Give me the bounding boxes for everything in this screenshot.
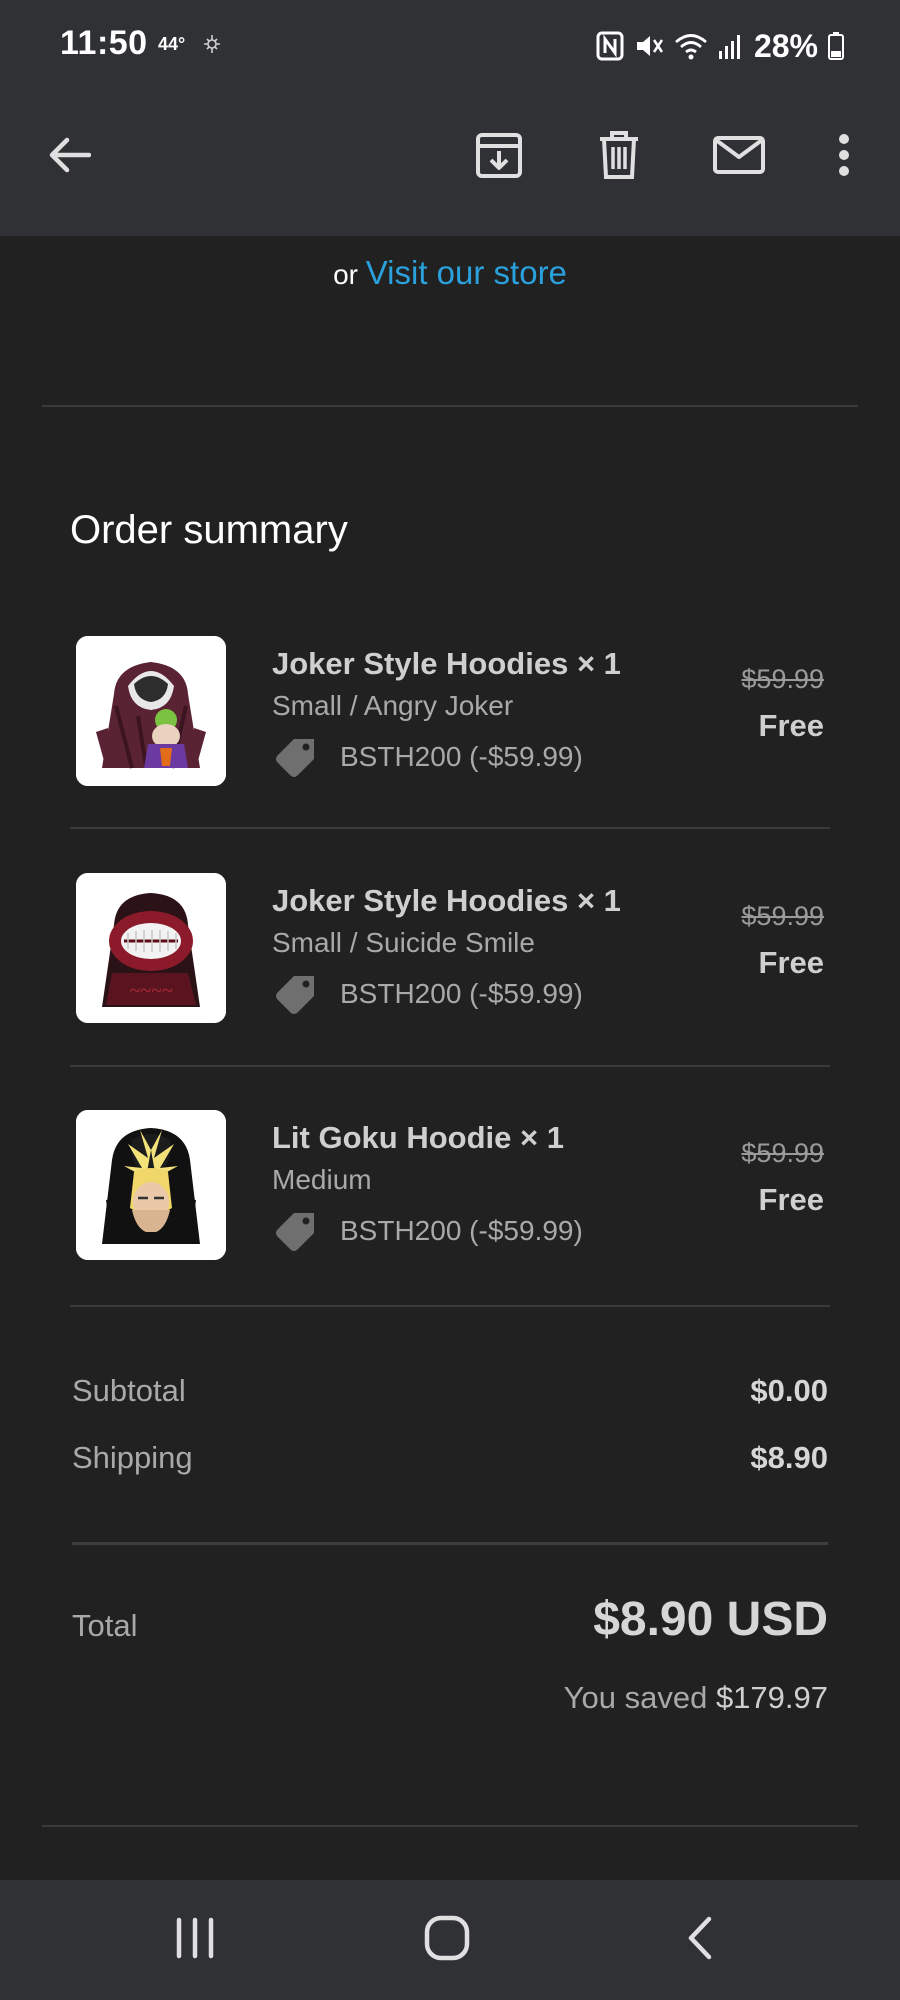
discount-code: BSTH200 (-$59.99)	[340, 978, 583, 1009]
divider	[70, 1305, 830, 1307]
more-options-button[interactable]	[812, 124, 876, 190]
divider	[70, 1065, 830, 1067]
total-label: Total	[72, 1608, 138, 1643]
total-value: $8.90 USD	[593, 1593, 828, 1646]
back-arrow-icon	[47, 135, 92, 180]
discount-tag-icon	[272, 972, 320, 1016]
divider	[72, 1542, 828, 1545]
discount-tag-icon	[272, 1209, 320, 1253]
delete-button[interactable]	[586, 124, 652, 190]
home-button[interactable]	[402, 1900, 492, 1980]
item-price: Free	[758, 1182, 824, 1217]
item-variant: Small / Angry Joker	[272, 690, 514, 721]
weather-icon	[200, 32, 224, 56]
subtotal-label: Subtotal	[72, 1373, 186, 1408]
product-image-suicide-smile: ~~~~	[76, 873, 226, 1023]
product-image-angry-joker	[76, 636, 226, 786]
order-line-item: Lit Goku Hoodie × 1 Medium BSTH200 (-$59…	[70, 1110, 830, 1270]
recent-apps-icon	[173, 1916, 217, 1965]
mark-unread-button[interactable]	[706, 124, 772, 190]
visit-store-link[interactable]: Visit our store	[366, 254, 567, 291]
shipping-label: Shipping	[72, 1440, 193, 1475]
svg-text:~~~~: ~~~~	[129, 980, 172, 1002]
saved-amount: $179.97	[715, 1680, 828, 1715]
original-price: $59.99	[741, 1138, 824, 1168]
status-temperature: 44°	[158, 34, 186, 54]
archive-button[interactable]	[466, 124, 532, 190]
discount-tag-icon	[272, 735, 320, 779]
item-discount: BSTH200 (-$59.99)	[272, 1206, 583, 1256]
battery-icon	[828, 32, 844, 60]
top-bar: 11:50 44° 28%	[0, 0, 900, 236]
item-name: Joker Style Hoodies × 1	[272, 646, 621, 681]
home-icon	[423, 1914, 471, 1967]
recent-apps-button[interactable]	[150, 1900, 240, 1980]
divider	[42, 1825, 858, 1827]
item-price: Free	[758, 945, 824, 980]
item-variant: Medium	[272, 1164, 372, 1195]
item-name: Lit Goku Hoodie × 1	[272, 1120, 564, 1155]
discount-code: BSTH200 (-$59.99)	[340, 741, 583, 772]
product-image-lit-goku	[76, 1110, 226, 1260]
order-line-item: ~~~~ Joker Style Hoodies × 1 Small / Sui…	[70, 873, 830, 1033]
system-nav-bar	[0, 1880, 900, 2000]
wifi-icon	[674, 31, 708, 61]
divider	[70, 827, 830, 829]
item-price: Free	[758, 708, 824, 743]
subtotal-value: $0.00	[750, 1373, 828, 1408]
saved-label: You saved	[563, 1680, 708, 1715]
nfc-icon	[596, 31, 624, 61]
order-line-item: Joker Style Hoodies × 1 Small / Angry Jo…	[70, 636, 830, 796]
original-price: $59.99	[741, 901, 824, 931]
mark-unread-icon	[712, 135, 766, 180]
item-variant: Small / Suicide Smile	[272, 927, 535, 958]
order-summary-title: Order summary	[70, 508, 348, 552]
visit-store-line: or Visit our store	[0, 254, 900, 292]
back-arrow-button[interactable]	[38, 126, 100, 188]
mute-icon	[634, 31, 664, 61]
item-discount: BSTH200 (-$59.99)	[272, 732, 583, 782]
item-discount: BSTH200 (-$59.99)	[272, 969, 583, 1019]
original-price: $59.99	[741, 664, 824, 694]
signal-icon	[718, 31, 744, 61]
savings-line: You saved $179.97	[564, 1680, 828, 1716]
item-name: Joker Style Hoodies × 1	[272, 883, 621, 918]
shipping-value: $8.90	[750, 1440, 828, 1475]
nav-back-button[interactable]	[655, 1900, 745, 1980]
status-icons: 28%	[596, 24, 844, 68]
back-icon	[685, 1915, 715, 1966]
discount-code: BSTH200 (-$59.99)	[340, 1215, 583, 1246]
more-vert-icon	[837, 133, 851, 182]
or-text: or	[333, 259, 358, 290]
battery-percentage: 28%	[753, 27, 818, 64]
delete-icon	[598, 130, 640, 185]
archive-icon	[475, 130, 523, 185]
divider	[42, 405, 858, 407]
status-time: 11:50	[60, 24, 148, 62]
